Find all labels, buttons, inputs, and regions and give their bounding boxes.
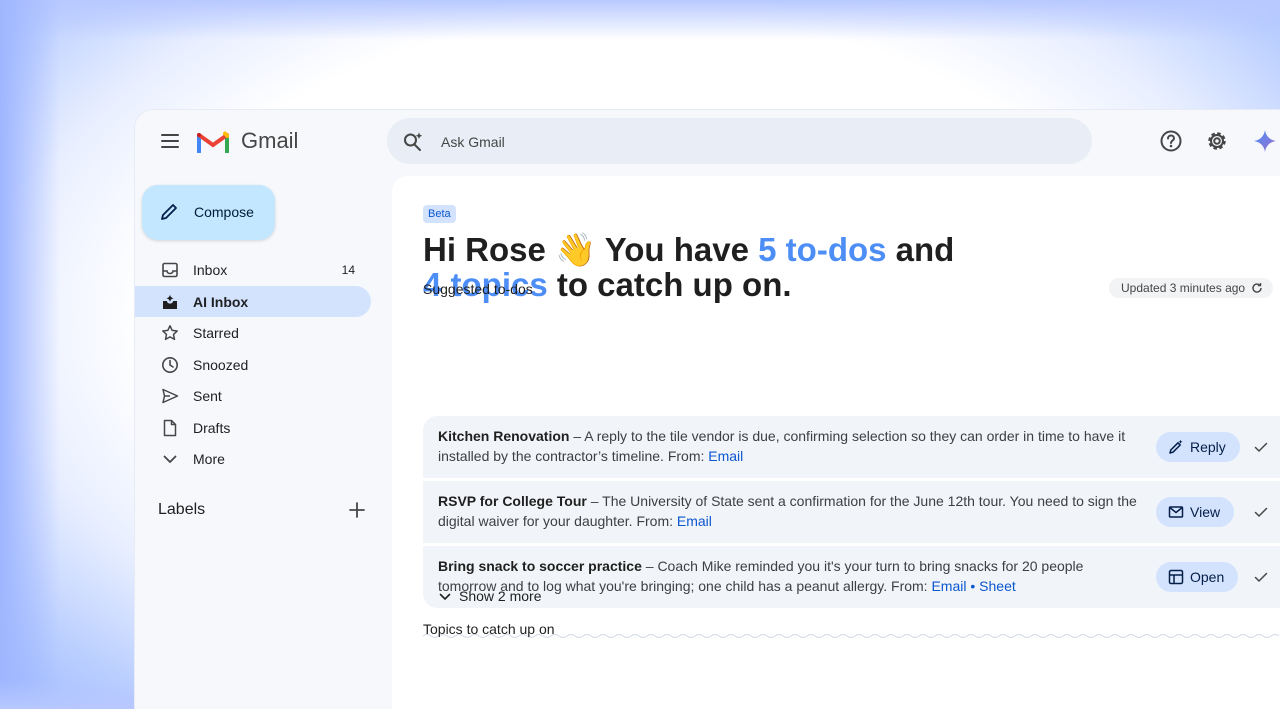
mark-done-check-icon[interactable] xyxy=(1252,438,1270,456)
refresh-status[interactable]: Updated 3 minutes ago xyxy=(1109,278,1274,298)
todo-card: Kitchen Renovation – A reply to the tile… xyxy=(423,416,1280,478)
sidebar-item-more[interactable]: More xyxy=(135,443,371,475)
open-label: Open xyxy=(1190,569,1225,585)
sidebar-nav: Inbox 14 AI Inbox Starred Snoozed Sent D… xyxy=(135,254,371,475)
sidebar-item-label: More xyxy=(193,451,225,467)
source-link-email[interactable]: Email xyxy=(677,513,712,529)
todos-count-highlight: 5 to-dos xyxy=(758,231,887,268)
wave-emoji: 👋 xyxy=(555,231,597,268)
todo-card: RSVP for College Tour – The University o… xyxy=(423,481,1280,543)
source-link-email[interactable]: Email xyxy=(708,448,743,464)
ai-inbox-icon xyxy=(163,294,177,309)
pencil-icon xyxy=(161,204,177,220)
show-more-label: Show 2 more xyxy=(459,588,542,604)
compose-label: Compose xyxy=(194,204,254,220)
gemini-sparkle-icon[interactable] xyxy=(1252,128,1278,154)
sidebar-item-label: Drafts xyxy=(193,419,231,436)
ai-reply-pencil-icon xyxy=(1169,439,1183,454)
view-label: View xyxy=(1190,504,1221,520)
todo-description: RSVP for College Tour – The University o… xyxy=(438,491,1138,531)
greeting-text: to catch up on. xyxy=(547,266,792,303)
greeting-text: You have xyxy=(596,231,759,268)
compose-button[interactable]: Compose xyxy=(142,185,275,240)
todo-title: Kitchen Renovation xyxy=(438,428,570,444)
clock-icon xyxy=(162,356,178,373)
todos-section-title: Suggested to-dos xyxy=(423,281,533,297)
sidebar-item-label: Sent xyxy=(193,388,222,404)
topics-section-title: Topics to catch up on xyxy=(423,621,555,637)
sidebar-item-label: Snoozed xyxy=(193,356,249,373)
sidebar-item-label: Inbox xyxy=(193,262,228,278)
mail-envelope-icon xyxy=(1168,506,1184,518)
todo-description: Kitchen Renovation – A reply to the tile… xyxy=(438,426,1138,466)
sidebar-item-label: Starred xyxy=(193,325,239,341)
chevron-down-icon xyxy=(439,593,451,601)
ai-search-icon xyxy=(404,132,423,151)
unread-count: 14 xyxy=(341,263,355,277)
open-button[interactable]: Open xyxy=(1156,562,1239,592)
inbox-icon xyxy=(162,262,178,278)
reply-label: Reply xyxy=(1190,439,1226,455)
mark-done-check-icon[interactable] xyxy=(1252,568,1270,586)
sidebar-item-ai-inbox[interactable]: AI Inbox xyxy=(135,285,371,317)
search-bar[interactable] xyxy=(387,118,1092,164)
refresh-icon xyxy=(1252,283,1263,293)
todo-description: Bring snack to soccer practice – Coach M… xyxy=(438,556,1138,596)
gmail-window: Gmail Compose xyxy=(135,110,1280,709)
sidebar-item-drafts[interactable]: Drafts xyxy=(135,412,371,444)
sidebar-item-sent[interactable]: Sent xyxy=(135,380,371,412)
greeting-text: Hi Rose xyxy=(423,231,556,268)
settings-gear-icon[interactable] xyxy=(1204,128,1230,154)
send-icon xyxy=(162,388,179,404)
add-label-plus-icon[interactable] xyxy=(347,500,367,520)
search-input[interactable] xyxy=(439,129,1043,155)
gmail-logo-icon xyxy=(197,131,229,153)
todo-card: Bring snack to soccer practice – Coach M… xyxy=(423,546,1280,608)
labels-heading: Labels xyxy=(158,501,206,518)
sheet-table-icon xyxy=(1168,569,1184,585)
view-button[interactable]: View xyxy=(1156,497,1235,527)
todo-title: Bring snack to soccer practice xyxy=(438,558,642,574)
star-icon xyxy=(162,325,178,341)
app-name: Gmail xyxy=(241,128,299,153)
sidebar-item-label: AI Inbox xyxy=(193,293,249,310)
mark-done-check-icon[interactable] xyxy=(1252,503,1270,521)
source-link-sheet[interactable]: Sheet xyxy=(979,578,1016,594)
background-glow-top xyxy=(0,0,1280,40)
beta-badge: Beta xyxy=(423,205,456,223)
sidebar-item-inbox[interactable]: Inbox 14 xyxy=(135,254,371,286)
reply-button[interactable]: Reply xyxy=(1156,432,1240,462)
show-more-button[interactable]: Show 2 more xyxy=(439,588,541,604)
updated-timestamp: Updated 3 minutes ago xyxy=(1121,281,1246,295)
sidebar-item-starred[interactable]: Starred xyxy=(135,317,371,349)
chevron-down-icon xyxy=(163,455,177,464)
ai-inbox-panel: Beta Hi Rose 👋 You have 5 to-dos and 4 to… xyxy=(392,176,1280,709)
link-separator: • xyxy=(966,578,980,594)
source-link-email[interactable]: Email xyxy=(931,578,966,594)
greeting-text: and xyxy=(886,231,955,268)
todo-title: RSVP for College Tour xyxy=(438,493,587,509)
help-icon[interactable] xyxy=(1158,128,1184,154)
draft-document-icon xyxy=(163,419,177,436)
sidebar-item-snoozed[interactable]: Snoozed xyxy=(135,349,371,381)
main-menu-button[interactable] xyxy=(157,130,183,152)
background-glow-left xyxy=(0,0,60,709)
